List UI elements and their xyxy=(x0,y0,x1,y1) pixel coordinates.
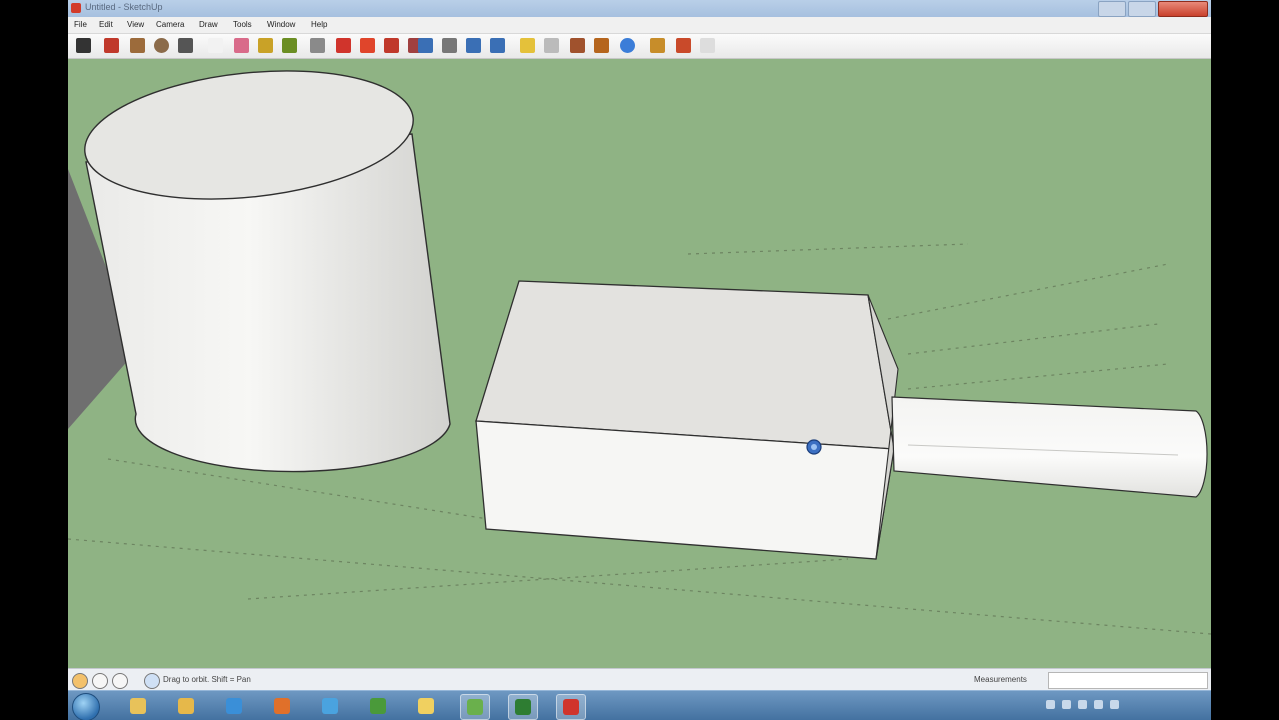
menu-edit[interactable]: Edit xyxy=(99,20,113,29)
media-glyph-icon xyxy=(370,698,386,714)
get-models-icon[interactable] xyxy=(520,38,535,53)
windows-taskbar xyxy=(68,690,1211,720)
select-tool-icon[interactable] xyxy=(76,38,91,53)
extension-warehouse-icon[interactable] xyxy=(676,38,691,53)
sketchup-logo-icon xyxy=(71,3,81,13)
menu-view[interactable]: View xyxy=(127,20,144,29)
sketchup-task-icon[interactable] xyxy=(556,694,586,720)
measurements-label: Measurements xyxy=(974,675,1027,684)
tray-flag-icon[interactable] xyxy=(1046,700,1055,709)
push-pull-icon[interactable] xyxy=(310,38,325,53)
explorer-task-icon[interactable] xyxy=(124,694,152,718)
preview-google-earth-icon[interactable] xyxy=(620,38,635,53)
firefox-glyph-icon xyxy=(274,698,290,714)
menu-window[interactable]: Window xyxy=(267,20,295,29)
help-icon[interactable] xyxy=(144,673,160,689)
scene-drawing xyxy=(68,59,1211,635)
start-button[interactable] xyxy=(72,693,100,720)
tray-network-icon[interactable] xyxy=(1062,700,1071,709)
zoom-tool-icon[interactable] xyxy=(466,38,481,53)
firefox-task-icon[interactable] xyxy=(268,694,296,718)
make-component-icon[interactable] xyxy=(208,38,223,53)
model-viewport[interactable] xyxy=(68,59,1211,668)
tape-measure-icon[interactable] xyxy=(258,38,273,53)
folder-glyph-icon xyxy=(178,698,194,714)
component-options-icon[interactable] xyxy=(700,38,715,53)
close-button[interactable] xyxy=(1158,1,1208,17)
eraser-tool-icon[interactable] xyxy=(234,38,249,53)
rectangle-tool-icon[interactable] xyxy=(130,38,145,53)
folder-task-icon[interactable] xyxy=(172,694,200,718)
media-task-icon[interactable] xyxy=(364,694,392,718)
document-task-icon[interactable] xyxy=(316,694,344,718)
recorder-glyph-icon xyxy=(515,699,531,715)
measurements-input[interactable] xyxy=(1048,672,1208,689)
menu-draw[interactable]: Draw xyxy=(199,20,218,29)
zoom-extents-icon[interactable] xyxy=(490,38,505,53)
pipe-cylinder[interactable] xyxy=(891,396,1208,498)
status-message: Drag to orbit. Shift = Pan xyxy=(163,675,251,684)
tray-arrow-icon[interactable] xyxy=(1110,700,1119,709)
credits-icon[interactable] xyxy=(92,673,108,689)
move-tool-icon[interactable] xyxy=(336,38,351,53)
camtasia-task-icon[interactable] xyxy=(460,694,490,720)
menu-file[interactable]: File xyxy=(74,20,87,29)
menu-tools[interactable]: Tools xyxy=(233,20,252,29)
title-bar[interactable]: Untitled - SketchUp xyxy=(68,0,1211,17)
status-bar: Drag to orbit. Shift = Pan Measurements xyxy=(68,668,1211,691)
get-photo-texture-icon[interactable] xyxy=(650,38,665,53)
follow-me-icon[interactable] xyxy=(384,38,399,53)
ie-glyph-icon xyxy=(226,698,242,714)
circle-tool-icon[interactable] xyxy=(154,38,169,53)
paint-bucket-icon[interactable] xyxy=(282,38,297,53)
arc-tool-icon[interactable] xyxy=(178,38,193,53)
maximize-button[interactable] xyxy=(1128,1,1156,17)
window-title: Untitled - SketchUp xyxy=(85,2,163,12)
orbit-tool-icon[interactable] xyxy=(418,38,433,53)
menu-help[interactable]: Help xyxy=(311,20,327,29)
orbit-cursor-icon xyxy=(806,439,822,455)
tray-power-icon[interactable] xyxy=(1094,700,1103,709)
share-model-icon[interactable] xyxy=(544,38,559,53)
minimize-button[interactable] xyxy=(1098,1,1126,17)
rotate-tool-icon[interactable] xyxy=(360,38,375,53)
toggle-terrain-icon[interactable] xyxy=(594,38,609,53)
sketchup-window: Untitled - SketchUp File Edit View Camer… xyxy=(68,0,1211,720)
explorer-glyph-icon xyxy=(130,698,146,714)
menu-bar: File Edit View Camera Draw Tools Window … xyxy=(68,17,1211,34)
sketchup-glyph-icon xyxy=(563,699,579,715)
large-cylinder[interactable] xyxy=(78,59,451,473)
pencil-tool-icon[interactable] xyxy=(104,38,119,53)
messenger-task-icon[interactable] xyxy=(412,694,440,718)
box-solid[interactable] xyxy=(475,280,899,560)
menu-camera[interactable]: Camera xyxy=(156,20,184,29)
recorder-task-icon[interactable] xyxy=(508,694,538,720)
messenger-glyph-icon xyxy=(418,698,434,714)
document-glyph-icon xyxy=(322,698,338,714)
camtasia-glyph-icon xyxy=(467,699,483,715)
ie-task-icon[interactable] xyxy=(220,694,248,718)
tray-volume-icon[interactable] xyxy=(1078,700,1087,709)
geo-location-icon[interactable] xyxy=(72,673,88,689)
main-toolbar xyxy=(68,34,1211,59)
user-icon[interactable] xyxy=(112,673,128,689)
pan-tool-icon[interactable] xyxy=(442,38,457,53)
add-location-icon[interactable] xyxy=(570,38,585,53)
